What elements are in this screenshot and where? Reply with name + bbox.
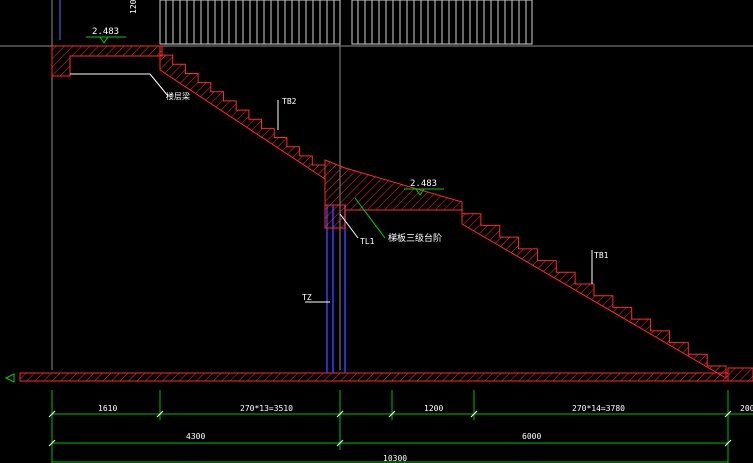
- upper-landing-beam: [51, 45, 163, 77]
- dimension-ticks: [48, 410, 732, 447]
- dim-text-10300: 10300: [383, 454, 407, 463]
- elevation-triangle-top: [99, 36, 109, 44]
- floor-slab: [19, 372, 729, 382]
- middle-landing: [324, 159, 463, 211]
- dim-text-200: 200: [740, 404, 753, 413]
- railing-balusters-right: [357, 0, 527, 44]
- stair-flight-tb2: [159, 46, 326, 180]
- label-tl1: TL1: [360, 237, 375, 246]
- label-mid-note: 梯板三级台阶: [388, 232, 442, 244]
- dim-text-6000: 6000: [522, 432, 541, 441]
- stair-flight-tb1: [461, 202, 727, 379]
- elevation-text-mid: 2.483: [410, 179, 437, 189]
- label-tz: TZ: [302, 293, 312, 302]
- dim-text-1200: 1200: [424, 404, 443, 413]
- dim-text-1610: 1610: [98, 404, 117, 413]
- top-partial-label: 1200: [129, 0, 138, 14]
- dim-text-3510: 270*13=3510: [240, 404, 293, 413]
- dimension-lines: [51, 390, 753, 463]
- dim-text-3780: 270*14=3780: [572, 404, 625, 413]
- cad-drawing-canvas: 1200 2.483 2.483 楼层梁 TB2 TB1 TL1 TZ 梯板三级…: [0, 0, 753, 463]
- section-arrow-icon: [4, 373, 15, 383]
- elevation-text-top: 2.483: [92, 27, 119, 37]
- floor-slab-right-end: [727, 367, 753, 382]
- column-tz: [326, 205, 346, 373]
- label-lower-beam: 楼层梁: [166, 91, 190, 101]
- label-tb2: TB2: [282, 97, 297, 106]
- dim-text-4300: 4300: [186, 432, 205, 441]
- railing-balusters-left: [165, 0, 335, 44]
- elevation-marker-top: 2.483: [86, 27, 126, 44]
- label-tb1: TB1: [594, 251, 609, 260]
